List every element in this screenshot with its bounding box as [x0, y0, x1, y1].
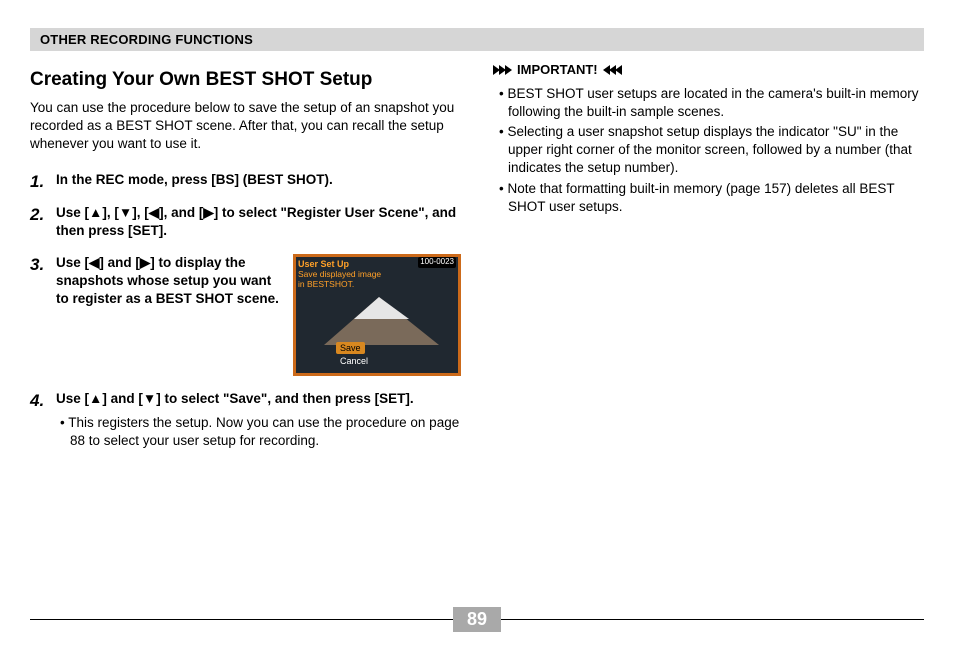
camera-lcd-preview: User Set Up 100-0023 Save displayed imag… [293, 254, 461, 376]
lcd-option-cancel: Cancel [336, 355, 372, 367]
important-bullet-1: BEST SHOT user setups are located in the… [499, 85, 924, 121]
lcd-message-line2: in BESTSHOT. [298, 279, 354, 290]
lcd-option-save: Save [336, 342, 365, 354]
section-header-bar: OTHER RECORDING FUNCTIONS [30, 28, 924, 51]
step-4: Use [▲] and [▼] to select "Save", and th… [30, 390, 461, 451]
important-header: IMPORTANT! [493, 61, 924, 79]
step-2-text: Use [▲], [▼], [◀], and [▶] to select "Re… [56, 204, 461, 240]
two-column-layout: Creating Your Own BEST SHOT Setup You ca… [30, 61, 924, 465]
step-1-text: In the REC mode, press [BS] (BEST SHOT). [56, 171, 461, 189]
step-3-text: Use [◀] and [▶] to display the snapshots… [56, 254, 279, 309]
step-3: Use [◀] and [▶] to display the snapshots… [30, 254, 461, 376]
important-bullet-3: Note that formatting built-in memory (pa… [499, 180, 924, 216]
important-label: IMPORTANT! [517, 61, 598, 79]
lcd-counter: 100-0023 [418, 257, 456, 268]
right-column: IMPORTANT! BEST SHOT user setups are loc… [493, 61, 924, 465]
procedure-steps: In the REC mode, press [BS] (BEST SHOT).… [30, 171, 461, 450]
arrows-left-icon [604, 65, 622, 75]
left-column: Creating Your Own BEST SHOT Setup You ca… [30, 61, 461, 465]
step-1: In the REC mode, press [BS] (BEST SHOT). [30, 171, 461, 189]
important-bullet-list: BEST SHOT user setups are located in the… [493, 85, 924, 217]
section-title: Creating Your Own BEST SHOT Setup [30, 67, 461, 93]
lcd-menu: Save Cancel [336, 342, 452, 367]
important-bullet-2: Selecting a user snapshot setup displays… [499, 123, 924, 178]
page-number: 89 [453, 607, 501, 632]
step-4-text: Use [▲] and [▼] to select "Save", and th… [56, 390, 461, 408]
step-2: Use [▲], [▼], [◀], and [▶] to select "Re… [30, 204, 461, 240]
footer-rule-right [501, 619, 924, 620]
footer-rule-left [30, 619, 453, 620]
arrows-right-icon [493, 65, 511, 75]
step-4-sub-bullet: This registers the setup. Now you can us… [56, 414, 461, 450]
page-footer: 89 [30, 607, 924, 632]
intro-paragraph: You can use the procedure below to save … [30, 99, 461, 154]
manual-page: OTHER RECORDING FUNCTIONS Creating Your … [0, 0, 954, 646]
